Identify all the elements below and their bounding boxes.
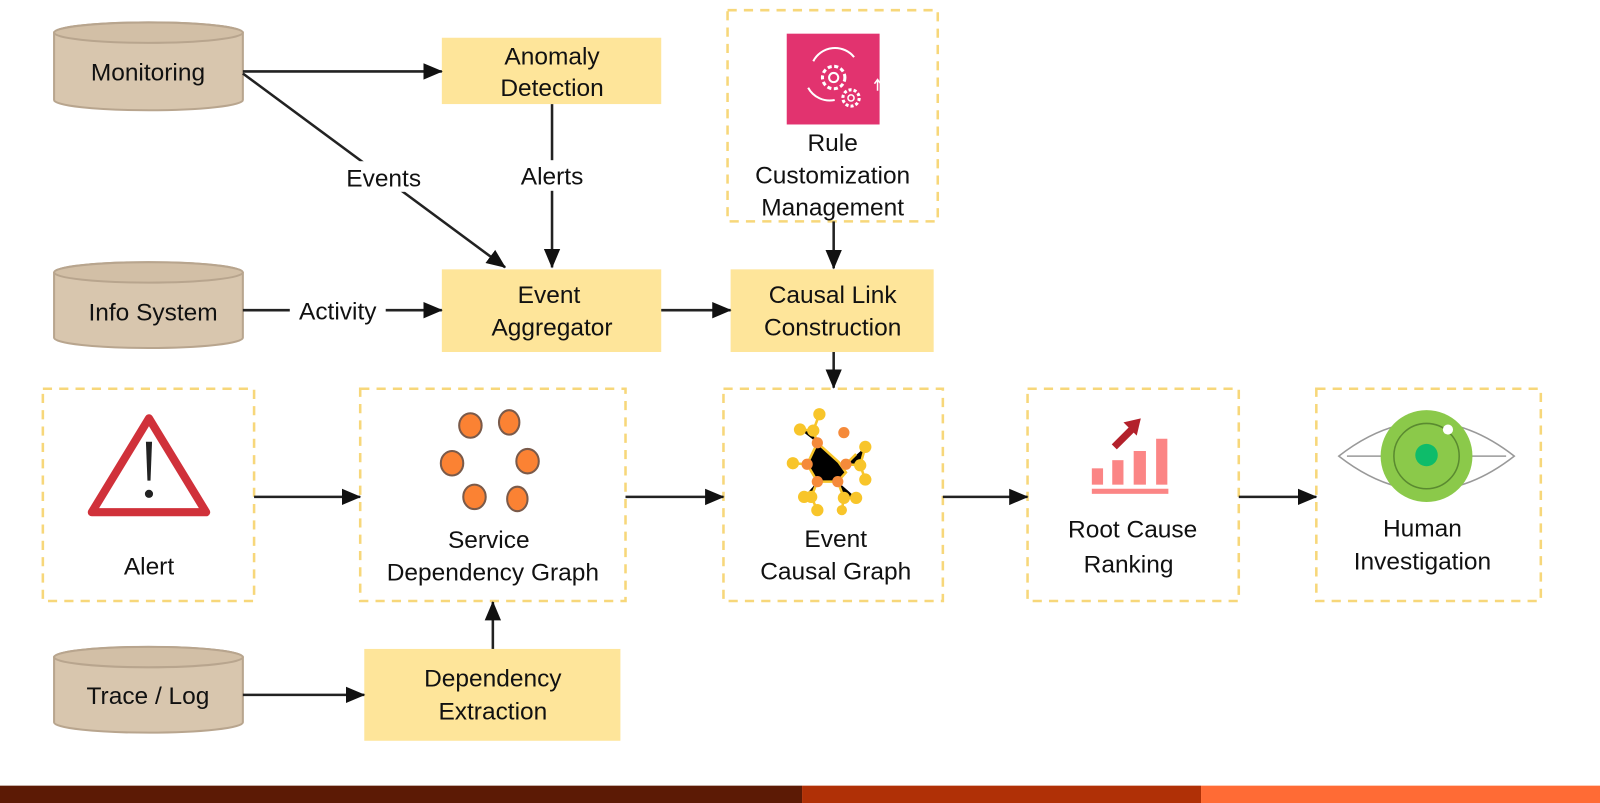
svg-text:Causal Link: Causal Link <box>769 282 898 309</box>
label-line: Causal Link <box>769 282 898 309</box>
source-trace-log: Trace / Log <box>53 645 244 734</box>
label-line: Event <box>804 526 867 553</box>
label-line: Construction <box>764 315 901 342</box>
svg-text:Dependency: Dependency <box>424 666 562 693</box>
svg-text:Anomaly: Anomaly <box>504 43 600 70</box>
label-line: Service <box>448 527 530 554</box>
svg-text:Detection: Detection <box>500 75 603 102</box>
alert-label: Alert <box>124 553 175 580</box>
human-investigation-node: Human Investigation <box>1315 387 1543 603</box>
label-line: Dependency Graph <box>387 560 599 587</box>
svg-text:Event: Event <box>518 282 581 309</box>
alert-node: Alert <box>41 387 256 603</box>
label-line: Extraction <box>438 698 547 725</box>
label-line: Dependency <box>424 666 562 693</box>
svg-text:Extraction: Extraction <box>438 698 547 725</box>
source-label: Monitoring <box>91 60 205 87</box>
svg-text:Construction: Construction <box>764 315 901 342</box>
edge-label-alerts: Alerts <box>521 164 584 191</box>
svg-text:Rule: Rule <box>807 130 857 157</box>
svg-text:Root Cause: Root Cause <box>1068 517 1197 544</box>
svg-text:Customization: Customization <box>755 163 910 190</box>
source-monitoring: Monitoring <box>53 21 244 112</box>
label-line: Management <box>761 194 904 221</box>
label-line: Investigation <box>1354 548 1491 575</box>
rca-pipeline-diagram: .edge{marker-end:url(#arrowbig);} Monito… <box>0 8 1600 803</box>
label-line: Anomaly <box>504 43 600 70</box>
label-line: Customization <box>755 163 910 190</box>
svg-text:Management: Management <box>761 194 904 221</box>
svg-text:Human: Human <box>1383 516 1462 543</box>
svg-text:Dependency Graph: Dependency Graph <box>387 560 599 587</box>
svg-text:Ranking: Ranking <box>1084 551 1174 578</box>
gear-cycle-icon <box>786 33 882 125</box>
svg-text:Aggregator: Aggregator <box>491 315 612 342</box>
svg-text:Causal Graph: Causal Graph <box>760 559 911 586</box>
label-line: Human <box>1383 516 1462 543</box>
process-anomaly-detection: Anomaly Detection <box>441 37 662 105</box>
source-info-system: Info System <box>53 261 244 349</box>
root-cause-ranking-node: Root Cause Ranking <box>1026 387 1241 603</box>
edge-label-events: Events <box>346 166 421 193</box>
svg-text:Service: Service <box>448 527 530 554</box>
source-label: Trace / Log <box>87 683 210 710</box>
label-line: Detection <box>500 75 603 102</box>
label-line: Causal Graph <box>760 559 911 586</box>
event-causal-graph-node: Event Causal Graph <box>722 387 945 603</box>
svg-text:Investigation: Investigation <box>1354 548 1491 575</box>
process-event-aggregator: Event Aggregator <box>441 269 662 353</box>
process-causal-link-construction: Causal Link Construction <box>730 269 934 353</box>
edge-label-activity: Activity <box>299 298 377 325</box>
footer-bar <box>0 785 1600 803</box>
rule-customization-management: Rule Customization Management <box>726 8 940 223</box>
source-label: Info System <box>88 299 217 326</box>
label-line: Aggregator <box>491 315 612 342</box>
label-line: Root Cause <box>1068 517 1197 544</box>
label-line: Event <box>518 282 581 309</box>
process-dependency-extraction: Dependency Extraction <box>364 648 621 741</box>
label-line: Ranking <box>1084 551 1174 578</box>
service-dependency-graph-node: Service Dependency Graph <box>358 387 627 603</box>
label-line: Rule <box>807 130 857 157</box>
svg-text:Event: Event <box>804 526 867 553</box>
